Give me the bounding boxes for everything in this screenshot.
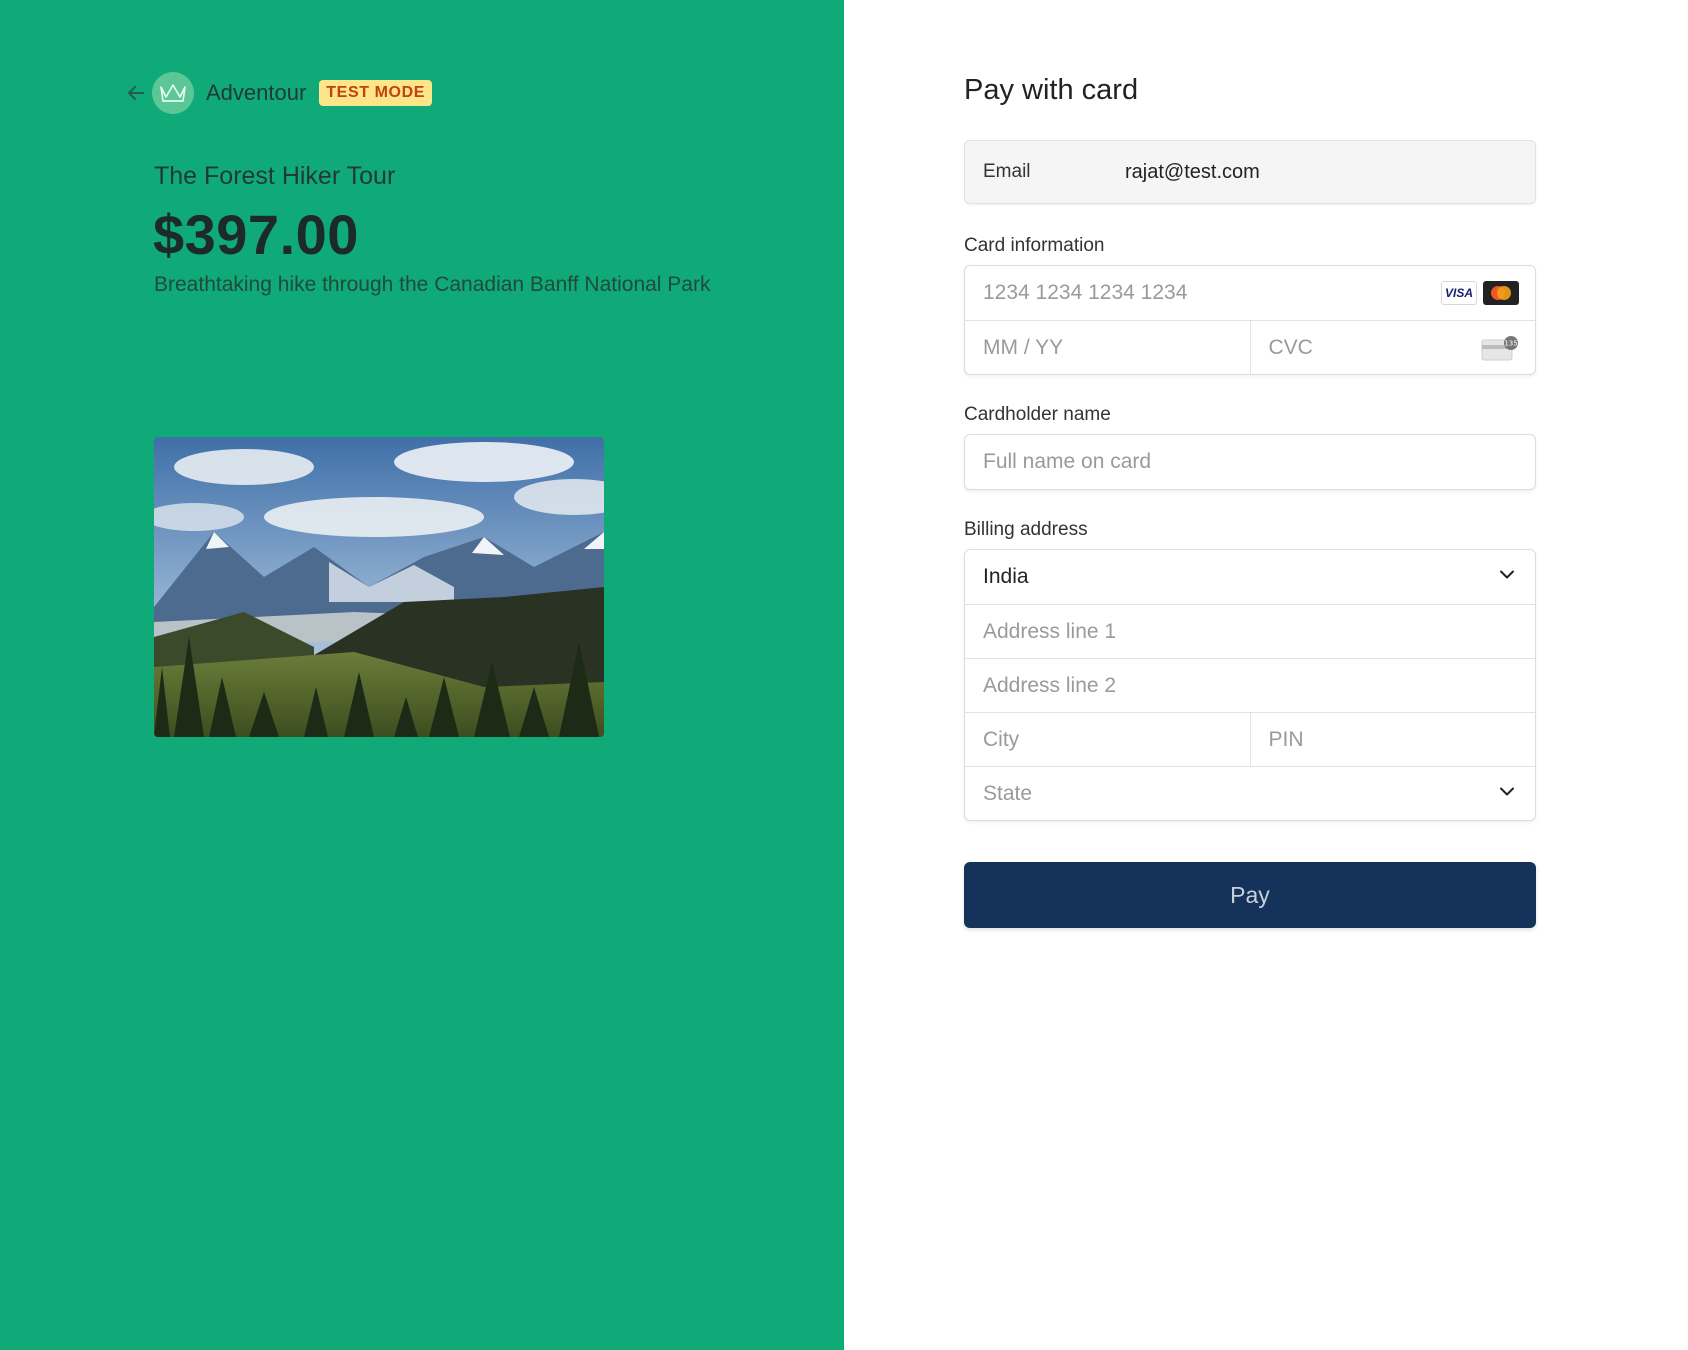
cvc-icon-text: 135 [1504,339,1517,347]
expiry-input[interactable]: MM / YY [965,321,1250,374]
cvc-input[interactable]: CVC 135 [1249,321,1536,374]
payment-panel: Pay with card Email rajat@test.com Card … [844,0,1688,1350]
billing-address-group: India Address line 1 Address line 2 City… [964,549,1536,821]
card-info-group: 1234 1234 1234 1234 VISA MM / YY CVC 135 [964,265,1536,375]
mastercard-icon [1483,281,1519,305]
pin-input[interactable]: PIN [1249,713,1536,766]
expiry-placeholder: MM / YY [983,335,1064,359]
pay-title: Pay with card [964,74,1139,106]
cardholder-placeholder: Full name on card [983,450,1152,473]
product-name: The Forest Hiker Tour [154,162,396,190]
card-number-placeholder: 1234 1234 1234 1234 [983,281,1188,304]
merchant-header: Adventour TEST MODE [122,71,433,115]
billing-address-label: Billing address [964,519,1088,540]
card-number-input[interactable]: 1234 1234 1234 1234 VISA [965,266,1535,320]
address-line2-input[interactable]: Address line 2 [965,659,1535,712]
merchant-name: Adventour [206,80,307,105]
email-label: Email [983,161,1031,182]
address-line1-placeholder: Address line 1 [983,619,1117,643]
checkout-page: Adventour TEST MODE The Forest Hiker Tou… [0,0,1688,1350]
chevron-down-icon [1497,565,1517,590]
pay-button[interactable]: Pay [964,862,1536,928]
product-description: Breathtaking hike through the Canadian B… [154,273,711,296]
back-arrow-icon[interactable] [122,79,150,107]
card-info-label: Card information [964,235,1105,256]
cvc-card-icon: 135 [1481,335,1519,361]
cardholder-name-input[interactable]: Full name on card [965,435,1535,489]
country-select[interactable]: India [965,550,1535,604]
cvc-placeholder: CVC [1268,335,1313,359]
chevron-down-icon [1497,781,1517,806]
email-value[interactable]: rajat@test.com [1125,161,1260,184]
cardholder-label: Cardholder name [964,404,1111,425]
address-line2-placeholder: Address line 2 [983,673,1117,697]
product-price: $397.00 [153,203,359,266]
country-value: India [983,565,1029,588]
cardholder-group: Full name on card [964,434,1536,490]
city-input[interactable]: City [965,713,1250,766]
pin-placeholder: PIN [1268,727,1304,751]
order-summary-panel: Adventour TEST MODE The Forest Hiker Tou… [0,0,844,1350]
email-field[interactable]: Email rajat@test.com [964,140,1536,204]
state-placeholder: State [983,781,1033,805]
address-line1-input[interactable]: Address line 1 [965,605,1535,658]
state-select[interactable]: State [965,767,1535,820]
mountain-landscape-image [154,437,604,737]
visa-icon: VISA [1441,281,1477,305]
merchant-logo-icon [152,72,194,114]
city-placeholder: City [983,727,1020,751]
test-mode-badge: TEST MODE [319,80,433,106]
